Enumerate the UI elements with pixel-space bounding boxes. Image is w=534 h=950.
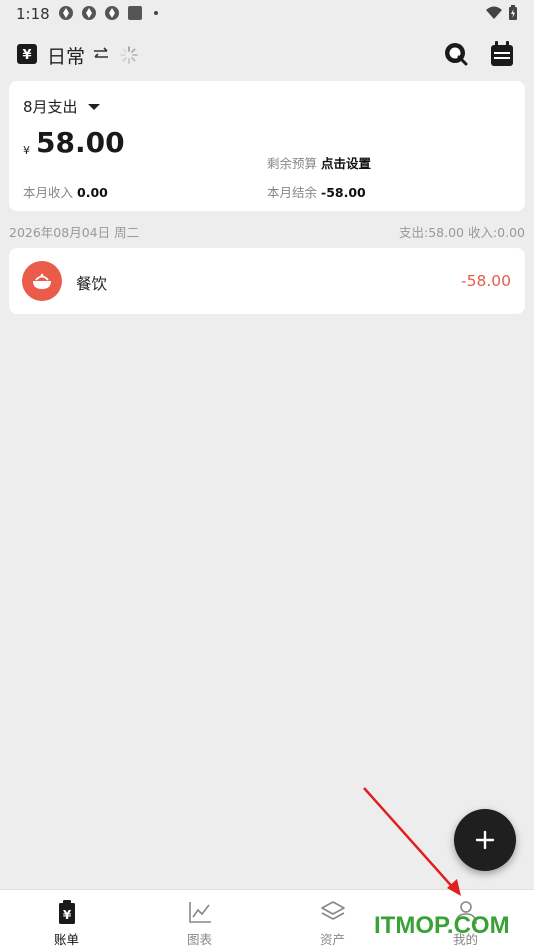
budget-value[interactable]: 点击设置	[321, 156, 371, 171]
chart-line-icon	[189, 902, 211, 923]
more-notifications-dot	[154, 11, 158, 15]
status-notification-icons	[58, 5, 158, 21]
record-category: 餐饮	[76, 275, 108, 293]
balance-row: 本月结余 -58.00	[267, 182, 366, 201]
battery-charging-icon	[509, 5, 517, 20]
layers-icon	[321, 901, 345, 920]
nav-label-chart: 图表	[186, 932, 212, 947]
monthly-summary-card: 8月支出 ¥ 58.00 剩余预算 点击设置 本月收入 0.00 本月结余 -58.0…	[9, 81, 525, 211]
loading-spinner-icon	[120, 46, 138, 64]
day-group-header: 2026年08月04日 周二 支出:58.00 收入:0.00	[9, 222, 525, 240]
top-header: ¥ 日常	[0, 36, 534, 76]
nav-item-bill[interactable]: ¥ 账单	[0, 890, 133, 950]
list-item[interactable]: 餐饮 -58.00	[9, 248, 525, 314]
search-icon[interactable]	[444, 42, 468, 66]
book-title[interactable]: 日常	[47, 42, 85, 69]
square-app-icon	[128, 6, 142, 20]
nav-label-bill: 账单	[53, 932, 79, 947]
svg-text:¥: ¥	[63, 908, 72, 922]
record-amount: -58.00	[461, 272, 511, 290]
app-notify-icon	[82, 6, 96, 20]
bowl-icon	[33, 273, 51, 289]
watermark-text: ITMOP.COM	[374, 912, 510, 939]
status-system-icons	[486, 5, 518, 21]
wifi-icon	[486, 6, 502, 19]
month-selector[interactable]: 8月支出	[23, 96, 100, 117]
status-time: 1:18	[16, 5, 50, 23]
budget-row[interactable]: 剩余预算 点击设置	[267, 153, 371, 172]
app-notify-icon	[105, 6, 119, 20]
balance-value: -58.00	[321, 185, 366, 200]
income-value: 0.00	[77, 185, 108, 200]
switch-arrows-icon[interactable]	[92, 45, 110, 63]
svg-text:¥: ¥	[22, 48, 31, 63]
currency-symbol: ¥	[23, 144, 30, 157]
nav-item-chart[interactable]: 图表	[133, 890, 266, 950]
status-bar: 1:18	[0, 0, 534, 28]
day-date: 2026年08月04日 周二	[9, 225, 140, 240]
app-notify-icon	[59, 6, 73, 20]
budget-label: 剩余预算	[267, 156, 318, 171]
plus-icon	[475, 830, 495, 850]
calendar-icon[interactable]	[490, 41, 514, 67]
income-label: 本月收入	[23, 185, 74, 200]
day-totals: 支出:58.00 收入:0.00	[398, 225, 525, 240]
annotation-arrow	[363, 787, 461, 896]
month-label: 8月支出	[23, 98, 78, 116]
income-row: 本月收入 0.00	[23, 182, 108, 201]
balance-label: 本月结余	[267, 185, 318, 200]
bill-icon: ¥	[59, 900, 75, 924]
caret-down-icon	[87, 103, 100, 110]
category-icon-circle	[22, 261, 62, 301]
expense-amount: 58.00	[36, 126, 125, 159]
ledger-book-icon[interactable]: ¥	[16, 43, 38, 65]
